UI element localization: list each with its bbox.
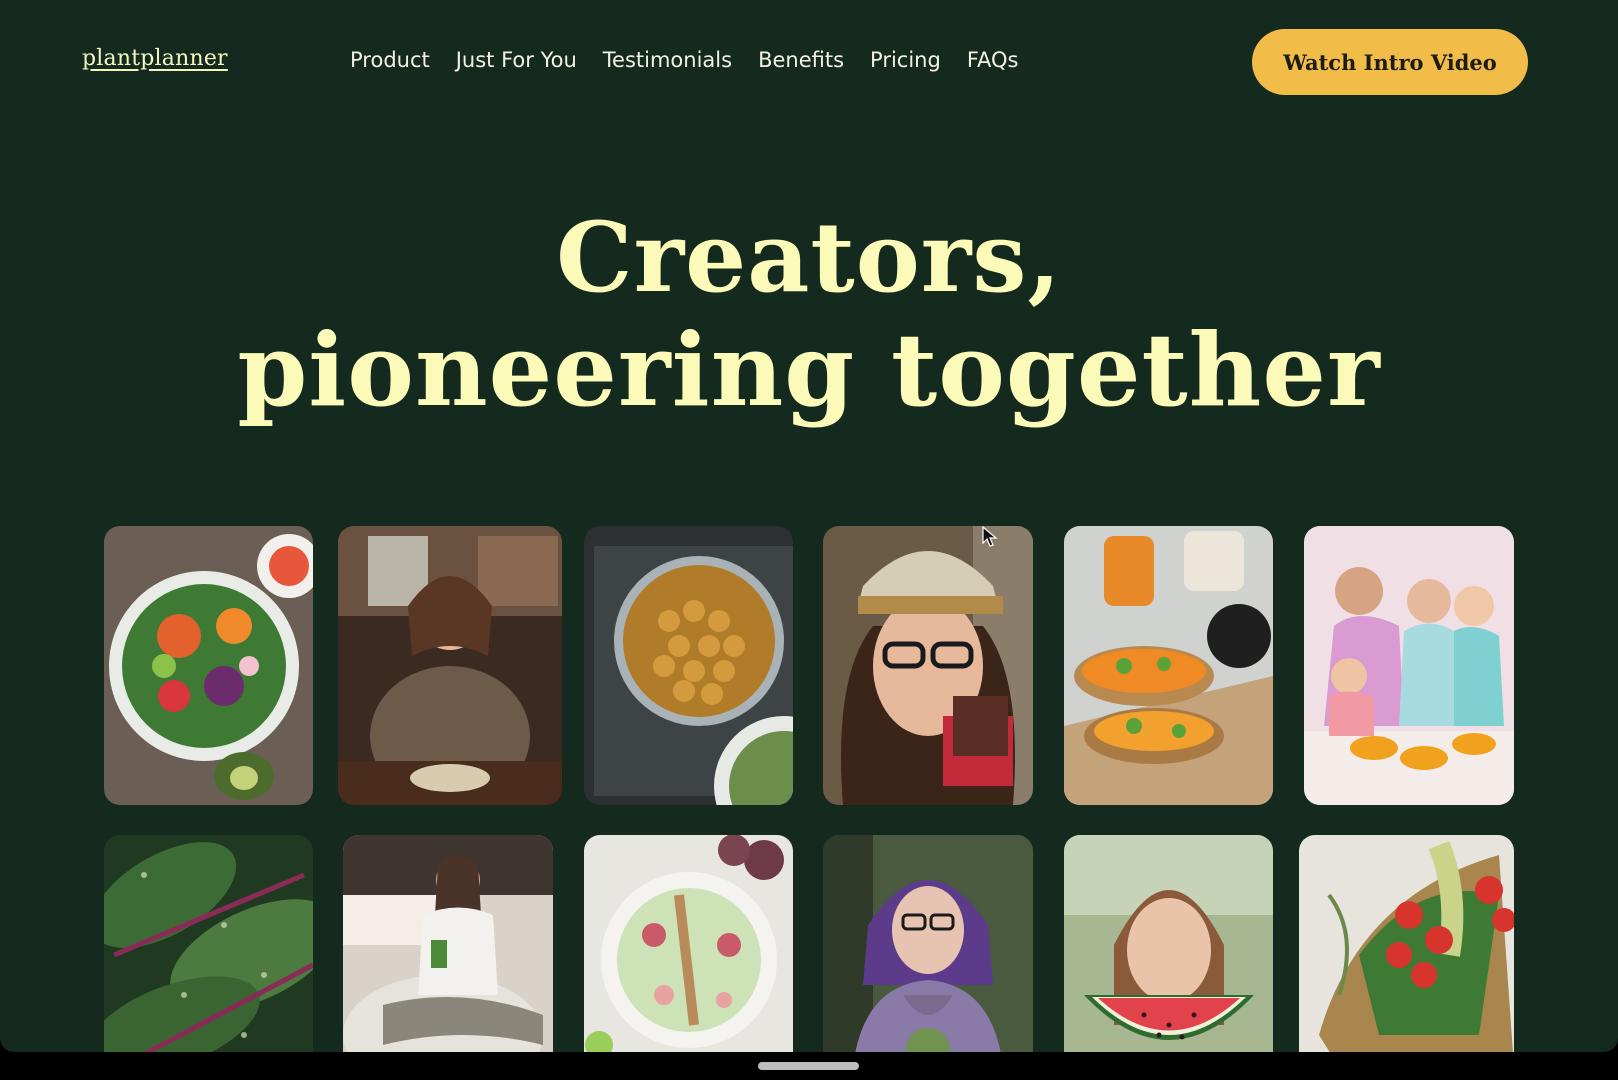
gallery-tile-woman-cooking [338,526,562,805]
home-indicator-bar[interactable] [758,1062,859,1070]
gallery-tile-fig-smoothie-bowl [584,835,793,1052]
hero-heading: Creators, pioneering together [0,201,1618,429]
gallery-tile-purple-hair-woman [823,835,1033,1052]
main-nav: Product Just For You Testimonials Benefi… [350,48,1044,72]
brand-logo[interactable]: plantplanner [82,46,228,71]
gallery-tile-chard-leaves [104,835,313,1052]
gallery-tile-roasted-chickpeas [584,526,793,805]
gallery-tile-watermelon-girl [1064,835,1273,1052]
nav-item-testimonials[interactable]: Testimonials [603,48,732,72]
nav-item-faqs[interactable]: FAQs [967,48,1019,72]
mouse-pointer-icon [982,526,998,547]
nav-item-benefits[interactable]: Benefits [758,48,844,72]
app-screen: plantplanner Product Just For You Testim… [0,0,1618,1052]
gallery-tile-tomato-vegetables [1299,835,1514,1052]
gallery-tile-woman-cap-selfie [823,526,1033,805]
watch-intro-video-button[interactable]: Watch Intro Video [1252,29,1528,95]
hero-heading-line2: pioneering together [237,311,1381,429]
nav-item-just-for-you[interactable]: Just For You [456,48,577,72]
nav-item-product[interactable]: Product [350,48,430,72]
gallery-tile-woman-green-juice [343,835,553,1052]
hero-heading-line1: Creators, [556,201,1062,314]
gallery-tile-carrot-toast [1064,526,1273,805]
gallery-tile-family-meal [1304,526,1514,805]
gallery-tile-salad-bowl [104,526,313,805]
nav-item-pricing[interactable]: Pricing [870,48,941,72]
